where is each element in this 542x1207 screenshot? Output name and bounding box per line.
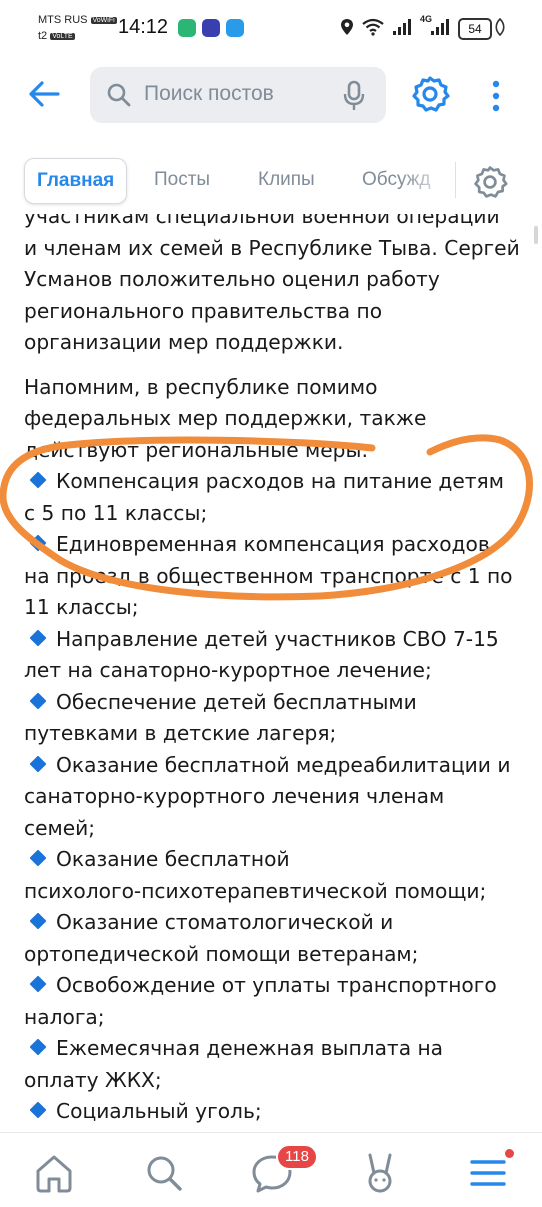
location-icon	[341, 19, 353, 35]
more-options-button[interactable]	[488, 76, 504, 116]
measure-text-line: Оказание бесплатной медреабилитации и	[56, 752, 511, 777]
measure-text-line: Социальный уголь;	[56, 1099, 262, 1123]
measure-text-line: Компенсация расходов на питание детям	[56, 469, 504, 493]
text-line: действуют региональные меры:	[24, 437, 369, 462]
search-field[interactable]: Поиск постов	[90, 67, 386, 123]
measure-item: Оказание бесплатной психолого-психотерапе…	[24, 844, 526, 907]
tab-settings-gear-icon[interactable]	[472, 164, 508, 200]
back-button[interactable]	[24, 74, 64, 114]
menu-notification-dot	[505, 1149, 514, 1158]
text-line: регионального правительства по	[24, 298, 383, 323]
measure-item: Освобождение от уплаты транспортного нало…	[24, 970, 526, 1033]
post-content: участникам специальной военной операции …	[0, 214, 542, 1132]
leaf-icon	[495, 18, 505, 36]
clips-bunny-icon[interactable]	[358, 1151, 402, 1195]
carrier-2: t2 VoLTE	[38, 30, 75, 42]
measure-item: Ежемесячная денежная выплата на оплату ЖК…	[24, 1033, 526, 1096]
measure-text-line: Единовременная компенсация расходов	[56, 532, 490, 556]
measure-text-line: налога;	[24, 1004, 105, 1029]
app-notification-icon	[178, 19, 196, 37]
more-vertical-icon	[492, 80, 500, 112]
measure-text-line: лет на санаторно-курортное лечение;	[24, 658, 432, 682]
post-paragraph-measures-intro: Напомним, в республике помимо федеральны…	[24, 372, 526, 467]
home-icon[interactable]	[32, 1151, 76, 1195]
blue-diamond-icon	[29, 629, 47, 646]
measure-text-line: Направление детей участников СВО 7-15	[56, 626, 499, 651]
arrow-left-icon	[29, 81, 60, 107]
blue-diamond-icon	[29, 471, 47, 489]
measure-item: Социальный уголь;	[24, 1096, 526, 1128]
blue-diamond-icon	[29, 534, 47, 552]
measure-text-line: на проезд в общественном транспорте с 1 …	[24, 563, 513, 588]
status-bar: MTS RUS VoWiFi t2 VoLTE 14:12 4G 54	[0, 0, 542, 58]
tab-fade	[400, 158, 454, 202]
text-line: участникам специальной военной операции	[24, 214, 500, 228]
top-bar: Поиск постов	[0, 62, 542, 128]
bottom-navigation: 118	[0, 1132, 542, 1207]
clock: 14:12	[118, 16, 169, 38]
post-text: участникам специальной военной операции …	[24, 214, 526, 1128]
scroll-indicator	[534, 226, 538, 244]
tab-bar: Главная Посты Клипы Обсужд	[0, 150, 542, 214]
search-nav-icon[interactable]	[142, 1151, 186, 1195]
post-paragraph-intro: участникам специальной военной операции …	[24, 214, 526, 359]
measure-text-line: 11 классы;	[24, 595, 139, 619]
text-line: и членам их семей в Республике Тыва. Сер…	[24, 235, 520, 260]
text-line: Усманов положительно оценил работу	[24, 267, 440, 291]
carrier-1-name: MTS RUS	[38, 14, 88, 26]
carrier-2-name: t2	[38, 30, 48, 42]
measure-text-line: оплату ЖКХ;	[24, 1067, 162, 1092]
carrier-1: MTS RUS VoWiFi	[38, 14, 117, 26]
blue-diamond-icon	[29, 1038, 47, 1056]
measure-item: Оказание бесплатной медреабилитации и сан…	[24, 750, 526, 845]
text-line: федеральных мер поддержки, также	[24, 406, 427, 430]
volte-tag: VoLTE	[50, 32, 75, 40]
text-line: Напомним, в республике помимо	[24, 374, 378, 399]
tab-divider	[455, 162, 456, 198]
microphone-icon[interactable]	[342, 80, 366, 112]
messages-badge: 118	[276, 1144, 318, 1170]
measure-text-line: ортопедической помощи ветеранам;	[24, 941, 419, 966]
search-icon	[107, 83, 131, 107]
search-placeholder: Поиск постов	[144, 82, 274, 105]
blue-diamond-icon	[29, 755, 47, 772]
tab-posts[interactable]: Посты	[154, 158, 210, 202]
measure-text-line: семей;	[24, 815, 96, 840]
measure-text-line: санаторно-курортного лечения членам	[24, 784, 445, 808]
tab-main[interactable]: Главная	[24, 158, 128, 204]
vowifi-tag: VoWiFi	[90, 16, 117, 24]
measure-text-line: Оказание стоматологической и	[56, 910, 394, 934]
measures-list: Компенсация расходов на питание детям с 5…	[24, 466, 526, 1128]
text-line: организации мер поддержки.	[24, 330, 344, 354]
measure-item: Обеспечение детей бесплатными путевками в…	[24, 687, 526, 750]
measure-text-line: Освобождение от уплаты транспортного	[56, 973, 497, 997]
wifi-icon	[362, 18, 384, 36]
measure-item: Оказание стоматологической и ортопедическ…	[24, 907, 526, 970]
battery-indicator: 54	[458, 18, 492, 40]
measure-item: Единовременная компенсация расходов на пр…	[24, 529, 526, 624]
measure-text-line: Ежемесячная денежная выплата на	[56, 1036, 444, 1060]
app-notification-icon	[226, 19, 244, 37]
settings-gear-icon[interactable]	[410, 74, 450, 114]
measure-text-line: Оказание бесплатной	[56, 847, 290, 871]
menu-icon[interactable]	[466, 1151, 510, 1195]
blue-diamond-icon	[29, 1101, 47, 1119]
blue-diamond-icon	[29, 849, 47, 867]
measure-text-line: Обеспечение детей бесплатными	[56, 689, 417, 714]
blue-diamond-icon	[29, 975, 47, 993]
measure-text-line: с 5 по 11 классы;	[24, 500, 208, 525]
signal-icon	[431, 19, 449, 35]
blue-diamond-icon	[29, 692, 47, 709]
blue-diamond-icon	[29, 912, 47, 930]
measure-item: Компенсация расходов на питание детям с 5…	[24, 466, 526, 529]
signal-icon	[393, 19, 411, 35]
app-notification-icon	[202, 19, 220, 37]
measure-text-line: путевками в детские лагеря;	[24, 721, 337, 745]
measure-item: Направление детей участников СВО 7-15 лет…	[24, 624, 526, 687]
measure-text-line: психолого-психотерапевтической помощи;	[24, 878, 487, 903]
tab-clips[interactable]: Клипы	[258, 158, 315, 202]
